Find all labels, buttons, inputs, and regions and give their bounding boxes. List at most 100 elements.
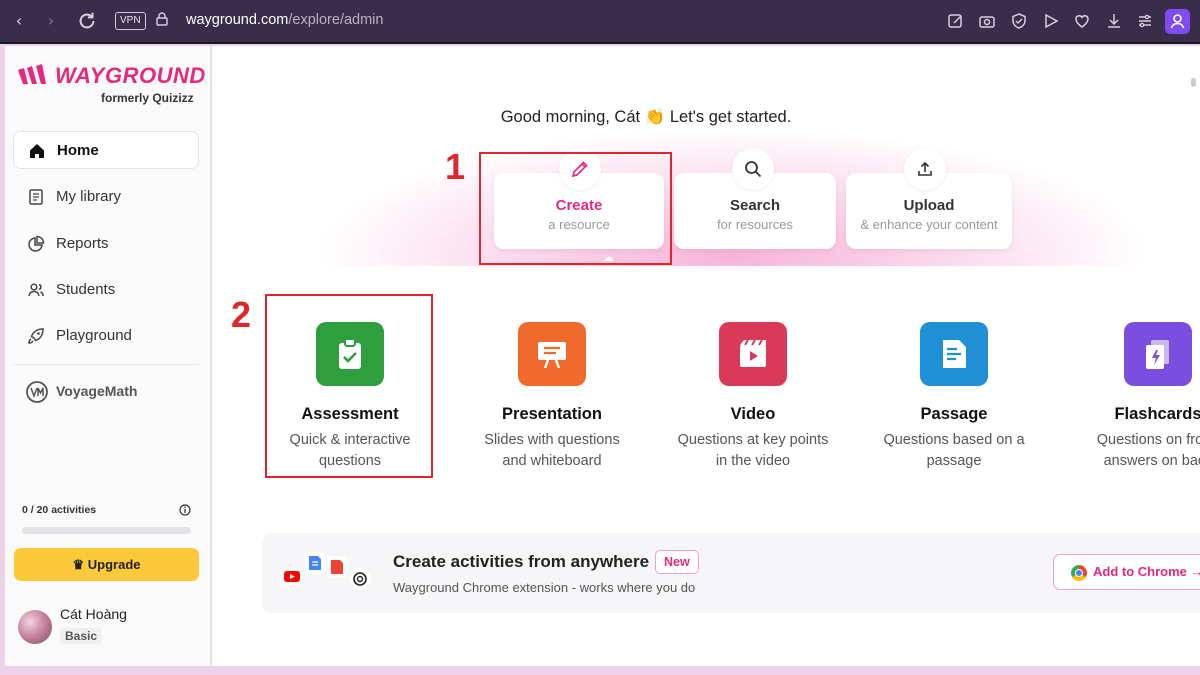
- resource-title: Assessment: [301, 405, 399, 423]
- user-icon: [1170, 14, 1185, 29]
- search-title: Search: [729, 197, 781, 214]
- sidebar-item-my-library[interactable]: My library: [13, 178, 199, 216]
- resource-desc-text: Questions on front, answers on back: [1096, 432, 1200, 469]
- download-icon[interactable]: [1105, 12, 1123, 30]
- voyagemath-logo-icon: [26, 381, 48, 403]
- sidebar-item-reports[interactable]: Reports: [13, 225, 199, 263]
- heart-icon[interactable]: [1073, 12, 1091, 30]
- resource-desc: Questions at key points in the video: [673, 430, 833, 472]
- activities-count: 0 / 20 activities: [22, 504, 97, 516]
- add-to-chrome-button[interactable]: Add to Chrome →: [1053, 554, 1200, 590]
- search-icon: [745, 161, 762, 178]
- address-bar[interactable]: wayground.com/explore/admin: [186, 12, 383, 28]
- upgrade-text: Upgrade: [87, 557, 141, 572]
- reports-icon: [28, 235, 45, 252]
- resource-desc-text: Quick & interactive questions: [289, 432, 411, 469]
- app-icons-cluster: [281, 552, 371, 590]
- resource-desc: Quick & interactive questions: [265, 430, 435, 472]
- resource-desc: Slides with questions and whiteboard: [482, 430, 622, 472]
- avatar[interactable]: [18, 610, 52, 644]
- sidebar-item-home[interactable]: Home: [13, 131, 199, 169]
- flashcards-icon: [1146, 340, 1169, 369]
- vpn-badge[interactable]: VPN: [115, 12, 146, 30]
- students-icon: [28, 283, 44, 297]
- resource-assessment[interactable]: Assessment Quick & interactive questions: [250, 322, 450, 502]
- sidebar-item-label: Playground: [56, 327, 132, 344]
- play-icon[interactable]: [1042, 12, 1060, 30]
- reload-icon[interactable]: [76, 10, 98, 32]
- banner-title: Create activities from anywhere: [393, 552, 650, 571]
- sidebar-item-students[interactable]: Students: [13, 271, 199, 309]
- activities-progress-bar: [22, 527, 191, 534]
- back-icon[interactable]: ‹: [8, 10, 30, 32]
- video-clapper-icon: [740, 339, 766, 367]
- upgrade-label: ♛ Upgrade: [14, 557, 199, 573]
- camera-icon[interactable]: [978, 12, 996, 30]
- upload-icon-circle[interactable]: [904, 148, 946, 190]
- sidebar-item-label: My library: [56, 188, 122, 205]
- sidebar-item-label: Home: [57, 142, 99, 159]
- forward-icon[interactable]: ›: [40, 10, 62, 32]
- crown-icon: ♛: [72, 557, 85, 572]
- resource-desc: Questions based on a passage: [879, 430, 1029, 472]
- annotation-number-1: 1: [445, 146, 466, 187]
- annotation-number-2: 2: [231, 294, 252, 335]
- logo-subtitle: formerly Quizizz: [101, 91, 194, 105]
- voyagemath-link[interactable]: VoyageMath: [25, 380, 195, 404]
- passage-icon-tile: [920, 322, 988, 386]
- browser-toolbar: ‹ › VPN wayground.com/explore/admin: [0, 0, 1200, 44]
- upload-subtitle: & enhance your content: [860, 217, 998, 232]
- lock-icon: [156, 12, 168, 26]
- search-subtitle: for resources: [717, 217, 793, 232]
- clipboard-check-icon: [339, 338, 361, 369]
- flashcards-icon-tile: [1124, 322, 1192, 386]
- home-icon: [30, 144, 44, 158]
- document-icon: [943, 340, 966, 368]
- resource-desc-text: Questions based on a passage: [883, 432, 1025, 469]
- video-icon-tile: [719, 322, 787, 386]
- upload-icon: [918, 161, 932, 176]
- settings-icon[interactable]: [1136, 12, 1154, 30]
- shield-icon[interactable]: [1010, 12, 1028, 30]
- logo-wordmark[interactable]: WAYGROUND: [55, 63, 206, 89]
- resource-desc-text: Slides with questions and whiteboard: [484, 432, 620, 469]
- annotation-box-create: [479, 152, 672, 265]
- edit-icon[interactable]: [947, 12, 965, 30]
- wayground-logo-icon[interactable]: [17, 64, 51, 86]
- url-path: /explore/admin: [288, 12, 384, 28]
- greeting: Good morning, Cát 👏 Let's get started.: [500, 108, 792, 126]
- scrollbar-thumb[interactable]: [1191, 78, 1196, 87]
- voyagemath-label: VoyageMath: [56, 383, 138, 399]
- rocket-icon: [28, 328, 44, 344]
- main-content: Good morning, Cát 👏 Let's get started. C…: [212, 46, 1200, 666]
- resource-desc: Questions on front, answers on back: [1088, 430, 1200, 472]
- presentation-icon-tile: [518, 322, 586, 386]
- sidebar-item-playground[interactable]: Playground: [13, 317, 199, 355]
- presentation-icon: [538, 342, 566, 369]
- resource-flashcards[interactable]: Flashcards Questions on front, answers o…: [1058, 322, 1200, 502]
- resource-video[interactable]: Video Questions at key points in the vid…: [653, 322, 853, 502]
- library-icon: [29, 189, 43, 205]
- resource-title: Passage: [920, 405, 988, 423]
- upgrade-button[interactable]: ♛ Upgrade: [14, 548, 199, 581]
- sidebar-divider: [13, 364, 199, 365]
- resource-desc-text: Questions at key points in the video: [677, 432, 829, 469]
- search-icon-circle[interactable]: [732, 148, 774, 190]
- upload-title: Upload: [903, 197, 955, 214]
- resource-presentation[interactable]: Presentation Slides with questions and w…: [452, 322, 652, 502]
- user-name[interactable]: Cát Hoàng: [60, 606, 127, 622]
- add-to-chrome-label: Add to Chrome →: [1093, 564, 1200, 579]
- chrome-icon: [1071, 565, 1087, 581]
- profile-button[interactable]: [1165, 9, 1190, 34]
- chrome-extension-banner: Create activities from anywhere New Wayg…: [262, 533, 1200, 613]
- url-host: wayground.com: [186, 12, 289, 28]
- resource-title: Presentation: [502, 405, 602, 423]
- resource-passage[interactable]: Passage Questions based on a passage: [854, 322, 1054, 502]
- sidebar-item-label: Reports: [56, 235, 109, 252]
- sidebar: WAYGROUND formerly Quizizz Home My libra…: [5, 46, 211, 666]
- resource-title: Flashcards: [1114, 405, 1200, 423]
- assessment-icon-tile: [316, 322, 384, 386]
- info-icon[interactable]: [179, 504, 191, 516]
- sidebar-item-label: Students: [56, 281, 116, 298]
- new-badge: New: [655, 550, 699, 574]
